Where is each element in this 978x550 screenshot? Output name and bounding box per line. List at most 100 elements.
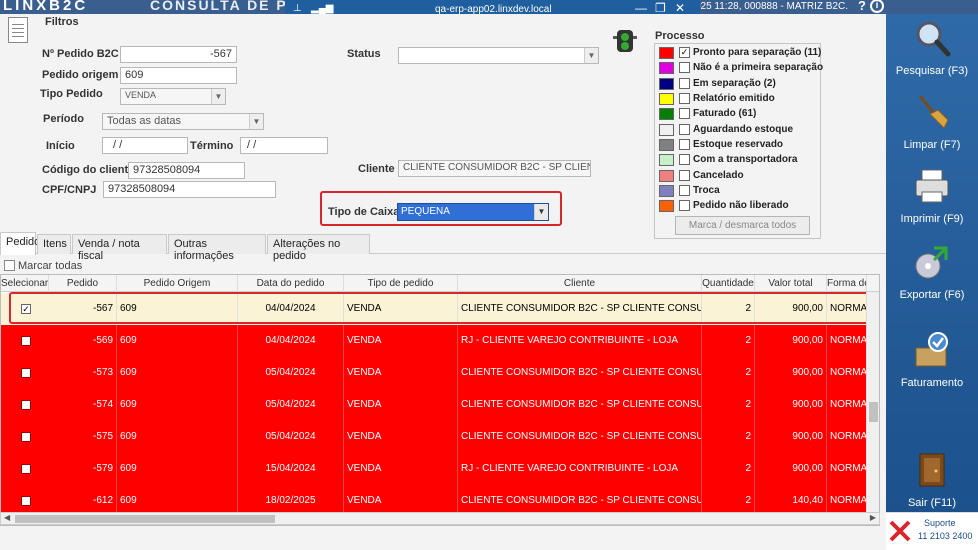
clear-button[interactable]: Limpar (F7) — [886, 92, 978, 151]
row-checkbox[interactable] — [21, 464, 31, 474]
support-label: Suporte — [924, 518, 956, 528]
tab-itens[interactable]: Itens — [37, 234, 71, 254]
traffic-light-icon[interactable] — [613, 28, 637, 54]
tab-alteracoes-pedido[interactable]: Alterações no pedido — [267, 234, 370, 262]
column-header[interactable]: Quantidade — [702, 275, 755, 292]
exit-button[interactable]: Sair (F11) — [886, 450, 978, 509]
column-header[interactable]: Selecionar — [1, 275, 49, 292]
table-row[interactable]: -579 609 15/04/2024 VENDA RJ - CLIENTE V… — [1, 453, 867, 485]
column-header[interactable]: Tipo de pedido — [344, 275, 458, 292]
info-icon[interactable]: i — [870, 0, 884, 13]
search-button[interactable]: Pesquisar (F3) — [886, 18, 978, 77]
cell-pedido: -575 — [49, 421, 117, 453]
tab-outras-informacoes[interactable]: Outras informações — [168, 234, 266, 262]
column-header[interactable]: Cliente — [458, 275, 702, 292]
broom-icon — [918, 95, 949, 129]
minimize-button[interactable]: — — [635, 1, 647, 15]
processo-checkbox[interactable] — [679, 124, 690, 135]
processo-item[interactable]: Relatório emitido — [659, 93, 819, 107]
processo-checkbox[interactable] — [679, 200, 690, 211]
processo-item[interactable]: Troca — [659, 185, 819, 199]
row-checkbox[interactable] — [21, 432, 31, 442]
processo-checkbox[interactable] — [679, 62, 690, 73]
billing-button[interactable]: Faturamento — [886, 330, 978, 389]
row-checkbox[interactable] — [21, 400, 31, 410]
inicio-date-input[interactable]: / / — [102, 137, 188, 154]
tab-venda-nota-fiscal[interactable]: Venda / nota fiscal — [72, 234, 167, 262]
column-header[interactable]: Pedido Origem — [117, 275, 238, 292]
color-swatch — [659, 139, 674, 151]
tipo-caixa-select[interactable]: PEQUENA ▼ — [397, 203, 549, 221]
periodo-select[interactable]: Todas as datas ▼ — [102, 113, 264, 130]
export-label: Exportar (F6) — [899, 289, 965, 301]
row-checkbox[interactable] — [21, 368, 31, 378]
pedido-origem-input[interactable]: 609 — [120, 67, 237, 84]
pedido-b2c-input[interactable]: -567 — [120, 46, 237, 63]
horizontal-scrollbar[interactable]: ◀ ▶ — [0, 512, 880, 525]
processo-item[interactable]: Com a transportadora — [659, 154, 819, 168]
processo-checkbox[interactable] — [679, 93, 690, 104]
processo-item[interactable]: Não é a primeira separação — [659, 62, 823, 76]
orders-table: Selecionar Pedido Pedido Origem Data do … — [0, 274, 880, 526]
mark-all-toggle[interactable]: Marcar todas — [4, 260, 82, 272]
row-checkbox[interactable] — [21, 336, 31, 346]
processo-item[interactable]: Cancelado — [659, 170, 819, 184]
export-button[interactable]: Exportar (F6) — [886, 242, 978, 301]
column-header[interactable]: Data do pedido — [238, 275, 344, 292]
processo-item[interactable]: ✓ Pronto para separação (11) — [659, 47, 821, 61]
column-header[interactable]: Pedido — [49, 275, 117, 292]
cell-tipo: VENDA — [344, 325, 458, 357]
scroll-thumb[interactable] — [15, 515, 275, 523]
table-row[interactable]: -573 609 05/04/2024 VENDA CLIENTE CONSUM… — [1, 357, 867, 389]
processo-item[interactable]: Estoque reservado — [659, 139, 819, 153]
support-phone: 11 2103 2400 — [918, 531, 973, 541]
vertical-scrollbar[interactable] — [866, 292, 879, 525]
processo-checkbox[interactable] — [679, 78, 690, 89]
scroll-thumb[interactable] — [869, 402, 878, 422]
close-button[interactable]: ✕ — [675, 1, 685, 15]
processo-item[interactable]: Em separação (2) — [659, 78, 819, 92]
processo-checkbox[interactable] — [679, 185, 690, 196]
color-swatch — [659, 62, 674, 74]
scroll-right-icon[interactable]: ▶ — [870, 513, 876, 522]
tab-pedido[interactable]: Pedido — [0, 232, 40, 255]
cpf-cnpj-input[interactable]: 97328508094 — [103, 181, 276, 198]
cell-forma: NORMAL — [827, 357, 867, 389]
termino-date-input[interactable]: / / — [240, 137, 328, 154]
cell-pedido: -569 — [49, 325, 117, 357]
tab-bar: Pedido Itens Venda / nota fiscal Outras … — [0, 232, 886, 262]
pedido-origem-label: Pedido origem — [42, 69, 119, 81]
table-header: Selecionar Pedido Pedido Origem Data do … — [1, 275, 879, 292]
processo-item[interactable]: Aguardando estoque — [659, 124, 819, 138]
termino-label: Término — [190, 140, 234, 152]
processo-checkbox[interactable] — [679, 108, 690, 119]
scroll-left-icon[interactable]: ◀ — [4, 513, 10, 522]
cliente-input[interactable]: CLIENTE CONSUMIDOR B2C - SP CLIENTE C — [398, 160, 591, 177]
search-label: Pesquisar (F3) — [895, 65, 969, 77]
column-header[interactable]: Forma de — [827, 275, 867, 292]
processo-checkbox[interactable] — [679, 139, 690, 150]
pin-icon[interactable]: ⊥ — [293, 3, 302, 14]
table-row[interactable]: -575 609 05/04/2024 VENDA CLIENTE CONSUM… — [1, 421, 867, 453]
processo-checkbox[interactable] — [679, 154, 690, 165]
processo-label: Relatório emitido — [693, 93, 775, 104]
status-select[interactable]: ▼ — [398, 47, 599, 64]
processo-checkbox[interactable]: ✓ — [679, 47, 690, 58]
print-button[interactable]: Imprimir (F9) — [886, 166, 978, 225]
tipo-pedido-select[interactable]: VENDA ▼ — [120, 88, 226, 105]
help-icon[interactable]: ? — [858, 0, 866, 13]
support-box[interactable]: Suporte 11 2103 2400 — [886, 512, 978, 550]
printer-icon — [915, 169, 949, 203]
processo-item[interactable]: Faturado (61) — [659, 108, 819, 122]
table-row[interactable]: -569 609 04/04/2024 VENDA RJ - CLIENTE V… — [1, 325, 867, 357]
codigo-cliente-input[interactable]: 97328508094 — [128, 162, 245, 179]
restore-button[interactable]: ❐ — [655, 1, 666, 15]
mark-all-checkbox[interactable] — [4, 260, 15, 271]
color-swatch — [659, 78, 674, 90]
table-row[interactable]: -574 609 05/04/2024 VENDA CLIENTE CONSUM… — [1, 389, 867, 421]
color-swatch — [659, 170, 674, 182]
column-header[interactable]: Valor total — [755, 275, 827, 292]
row-checkbox[interactable] — [21, 496, 31, 506]
processo-checkbox[interactable] — [679, 170, 690, 181]
processo-item[interactable]: Pedido não liberado — [659, 200, 819, 214]
